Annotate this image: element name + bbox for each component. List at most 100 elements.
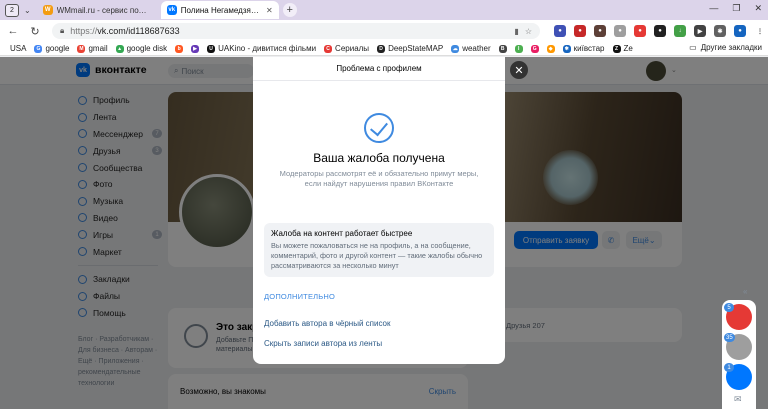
bookmark-item[interactable]: ✱ київстар: [562, 44, 605, 53]
modal-subtitle: Модераторы рассмотрят её и обязательно п…: [279, 169, 479, 188]
url-input[interactable]: 🔒︎ https://vk.com/id118687633 ▮ ☆: [52, 23, 540, 39]
profile-icon[interactable]: ●: [734, 25, 746, 37]
bookmark-item[interactable]: USA: [10, 44, 26, 53]
more-options-heading: Дополнительно: [264, 292, 336, 301]
bookmark-item[interactable]: I: [514, 44, 523, 53]
bookmark-label: DeepStateMAP: [388, 44, 444, 53]
bookmark-item[interactable]: ◆: [546, 44, 555, 53]
url-scheme: https://: [70, 26, 98, 36]
bookmark-item[interactable]: b: [175, 44, 184, 53]
bookmark-item[interactable]: ☁ weather: [451, 44, 491, 53]
tab-title: WMmail.ru - сервис почтового маркетинга: [56, 5, 149, 15]
bookmark-favicon-icon: B: [498, 44, 507, 53]
folder-icon: ▭: [689, 43, 697, 52]
other-bookmarks-label: Другие закладки: [700, 43, 762, 52]
puzzle-icon[interactable]: ✱: [714, 25, 726, 37]
bookmark-item[interactable]: ▶: [191, 44, 200, 53]
bookmark-label: google: [45, 44, 70, 53]
bookmark-label: weather: [462, 44, 491, 53]
chat-badge: 5: [724, 303, 734, 312]
ze-icon: Z: [612, 44, 621, 53]
lock-icon: 🔒︎: [60, 26, 65, 35]
extensions-row: ● ● ● ● ● ● ↓ ▶ ✱ ● ⋮: [554, 25, 766, 37]
browser-tab-bar: 2 ⌄ W WMmail.ru - сервис почтового марке…: [0, 0, 768, 20]
wmmail-favicon-icon: W: [42, 5, 53, 15]
other-bookmarks[interactable]: ▭ Другие закладки: [689, 43, 762, 52]
browser-tab-wmmail[interactable]: W WMmail.ru - сервис почтового маркетинг…: [37, 1, 155, 19]
bookmark-label: Ze: [623, 44, 633, 53]
bookmark-favicon-icon: G: [530, 44, 539, 53]
tab-close-icon[interactable]: ✕: [266, 6, 273, 15]
maximize-icon[interactable]: ❐: [732, 3, 740, 14]
extension-icon[interactable]: ●: [554, 25, 566, 37]
gmail-icon: M: [77, 44, 86, 53]
extension-icon[interactable]: ●: [574, 25, 586, 37]
youtube-icon: ▶: [191, 44, 200, 53]
menu-icon[interactable]: ⋮: [754, 25, 766, 37]
bookmark-label: USA: [10, 44, 27, 53]
info-box-title: Жалоба на контент работает быстрее: [271, 229, 413, 238]
chat-badge: 1: [724, 363, 734, 372]
tab-counter[interactable]: 2: [5, 3, 19, 17]
bookmarks-bar: USA Ggoogle Mgmail ▲ google disk b ▶ U UAK…: [0, 42, 768, 56]
google-drive-icon: ▲: [115, 44, 124, 53]
bookmark-item[interactable]: С Сериалы: [324, 44, 369, 53]
collapse-icon[interactable]: «: [743, 287, 747, 296]
url-actions: ▮ ☆: [514, 27, 532, 36]
chat-dock: 5 35 1 ✉: [722, 300, 756, 409]
hide-author-posts-link[interactable]: Скрыть записи автора из ленты: [264, 339, 382, 348]
weather-icon: ☁: [451, 44, 460, 53]
info-box: Жалоба на контент работает быстрее Вы мо…: [264, 223, 494, 277]
close-modal-button[interactable]: ✕: [510, 61, 528, 79]
tab-title: Полина Негамедзянова: [180, 5, 262, 15]
browser-tab-vk[interactable]: vk Полина Негамедзянова ✕: [160, 1, 279, 19]
bookmark-label: UAKino - дивитися фільми: [218, 44, 317, 53]
minimize-icon[interactable]: —: [709, 3, 718, 14]
uakino-icon: U: [207, 44, 216, 53]
deepstate-icon: D: [377, 44, 386, 53]
extension-icon[interactable]: ●: [654, 25, 666, 37]
reload-icon[interactable]: ↻: [26, 25, 44, 38]
bookmark-item[interactable]: Ggoogle: [34, 44, 69, 53]
bookmark-label: київстар: [573, 44, 605, 53]
extension-icon[interactable]: ●: [594, 25, 606, 37]
url-path: vk.com/id118687633: [97, 26, 180, 36]
bookmark-item[interactable]: Mgmail: [77, 44, 108, 53]
window-controls: — ❐ ✕: [709, 3, 762, 14]
bookmark-item[interactable]: Z Ze: [612, 44, 633, 53]
report-modal: Проблема с профилем Ваша жалоба получена…: [253, 57, 505, 364]
star-icon[interactable]: ☆: [525, 27, 532, 36]
bookmark-item[interactable]: U UAKino - дивитися фільми: [207, 44, 316, 53]
back-icon[interactable]: ←: [4, 25, 22, 37]
vk-favicon-icon: vk: [166, 5, 177, 15]
bookmark-item[interactable]: D DeepStateMAP: [377, 44, 443, 53]
tab-list-chevron-icon[interactable]: ⌄: [24, 6, 31, 15]
address-bar-row: ← ↻ 🔒︎ https://vk.com/id118687633 ▮ ☆ ● …: [0, 20, 768, 42]
bookmark-icon[interactable]: ▮: [514, 27, 518, 36]
modal-header: Проблема с профилем: [253, 57, 505, 81]
bookmark-item[interactable]: G: [530, 44, 539, 53]
bookmark-favicon-icon: ◆: [546, 44, 555, 53]
extension-icon[interactable]: ●: [634, 25, 646, 37]
chat-badge: 35: [724, 333, 735, 342]
bookmark-label: google disk: [126, 44, 168, 53]
close-window-icon[interactable]: ✕: [754, 3, 762, 14]
download-icon[interactable]: ↓: [674, 25, 686, 37]
google-icon: G: [34, 44, 43, 53]
chat-icon[interactable]: ✉: [734, 394, 742, 405]
bookmark-label: Сериалы: [335, 44, 370, 53]
extension-icon[interactable]: ▶: [694, 25, 706, 37]
bookmark-item[interactable]: ▲ google disk: [115, 44, 168, 53]
kyivstar-icon: ✱: [562, 44, 571, 53]
modal-title: Ваша жалоба получена: [313, 151, 445, 165]
info-box-text: Вы можете пожаловаться не на профиль, а …: [271, 241, 483, 270]
extension-icon[interactable]: ●: [614, 25, 626, 37]
check-circle-icon: [364, 113, 394, 143]
bookmark-label: gmail: [88, 44, 108, 53]
new-tab-button[interactable]: +: [282, 3, 297, 17]
add-to-blacklist-link[interactable]: Добавить автора в чёрный список: [264, 319, 390, 328]
bookmark-favicon-icon: b: [175, 44, 184, 53]
series-icon: С: [324, 44, 333, 53]
bookmark-item[interactable]: B: [498, 44, 507, 53]
bookmark-favicon-icon: I: [514, 44, 523, 53]
